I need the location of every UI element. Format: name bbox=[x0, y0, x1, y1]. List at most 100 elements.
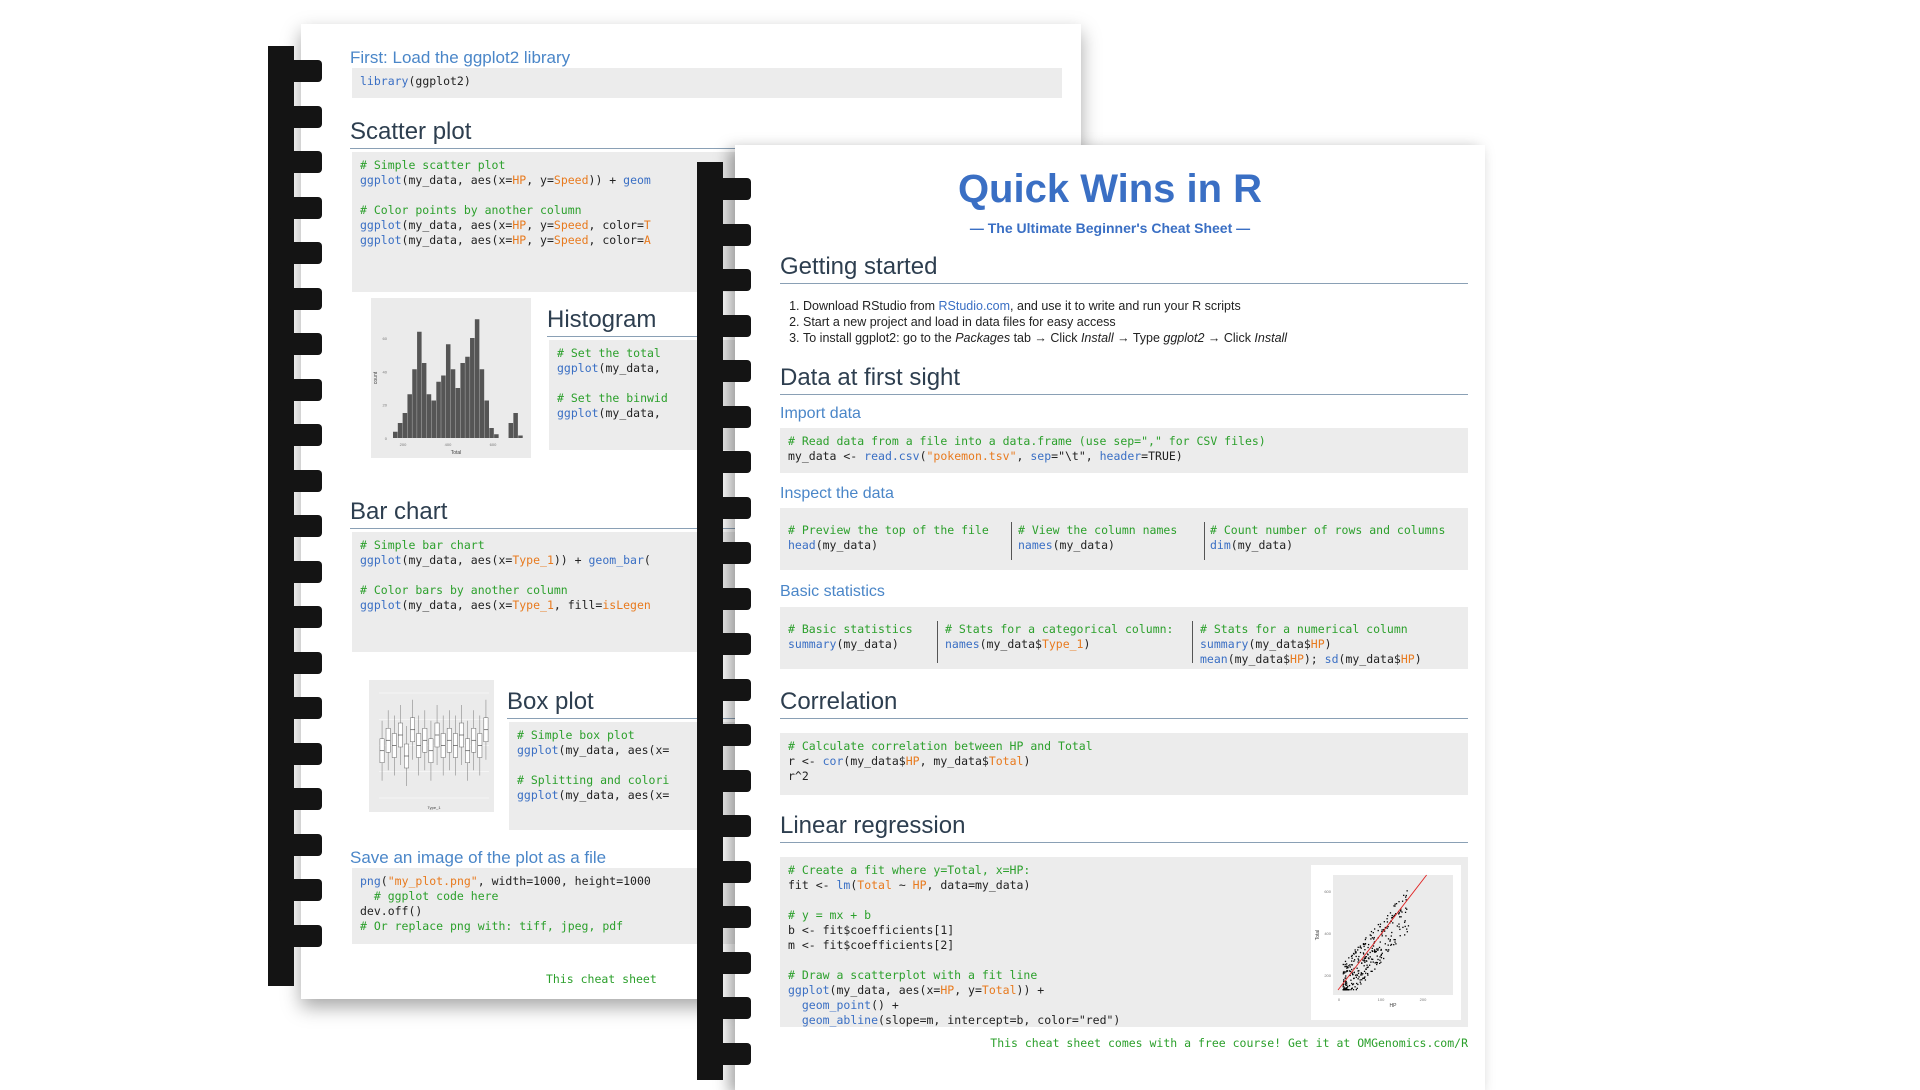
regression-point bbox=[1387, 915, 1389, 917]
regression-point bbox=[1380, 948, 1382, 951]
regression-point bbox=[1358, 976, 1360, 978]
regression-point bbox=[1344, 983, 1347, 985]
regression-point bbox=[1342, 989, 1345, 991]
code-token: Total bbox=[988, 754, 1024, 768]
code-line: # Stats for a numerical column bbox=[1200, 622, 1422, 637]
code-token: , y= bbox=[526, 233, 554, 247]
code-line: # Read data from a file into a data.fram… bbox=[788, 434, 1460, 449]
code-token: ) bbox=[1324, 637, 1332, 651]
binder-ring bbox=[268, 60, 322, 82]
code-token: b <- fit$coefficients[1] bbox=[788, 923, 955, 937]
code-token: HP bbox=[1310, 637, 1325, 651]
regression-thumbnail: 600 400 200 0 100 200 Total HP bbox=[1311, 865, 1461, 1020]
histogram-bar bbox=[450, 369, 456, 438]
code-token: (my_data, aes(x= bbox=[401, 598, 513, 612]
code-token: , y= bbox=[526, 218, 554, 232]
code-token: # Count number of rows and columns bbox=[1210, 523, 1446, 537]
code-token: # ggplot code here bbox=[360, 889, 499, 903]
regression-point bbox=[1351, 960, 1353, 962]
regression-point bbox=[1344, 965, 1346, 968]
code-line: # Stats for a categorical column: bbox=[945, 622, 1173, 637]
rstudio-link[interactable]: RStudio.com bbox=[938, 299, 1010, 313]
regression-point bbox=[1383, 957, 1385, 960]
regression-point bbox=[1399, 928, 1401, 931]
regression-point bbox=[1375, 950, 1377, 953]
code-token: (my_data, aes(x= bbox=[829, 983, 941, 997]
regression-point bbox=[1365, 968, 1367, 970]
basic-statistics-heading: Basic statistics bbox=[780, 583, 885, 600]
regression-point bbox=[1342, 986, 1344, 988]
code-line: r <- cor(my_data$HP, my_data$Total) bbox=[788, 754, 1460, 769]
histogram-y-label: count bbox=[373, 371, 379, 384]
code-token: HP bbox=[905, 754, 920, 768]
code-token: ggplot bbox=[557, 361, 599, 375]
code-token: (my_data, aes(x= bbox=[558, 743, 670, 757]
code-line: summary(my_data) bbox=[788, 637, 913, 652]
code-token: summary bbox=[1200, 637, 1249, 651]
import-data-heading: Import data bbox=[780, 405, 861, 422]
code-token: , color= bbox=[588, 218, 644, 232]
regression-point bbox=[1379, 923, 1382, 925]
regression-point bbox=[1343, 970, 1345, 973]
list-item: Start a new project and load in data fil… bbox=[803, 314, 1483, 330]
code-token: (my_data) bbox=[1052, 538, 1115, 552]
regression-point bbox=[1398, 913, 1400, 915]
code-token: (my_data, aes(x= bbox=[401, 218, 513, 232]
code-token: fit <- bbox=[788, 878, 837, 892]
regression-point bbox=[1353, 977, 1355, 979]
code-token: , fill= bbox=[553, 598, 603, 612]
code-token: ) bbox=[1414, 652, 1422, 666]
code-token: (my_data) bbox=[836, 637, 899, 651]
binder-ring bbox=[697, 1042, 751, 1065]
code-token: geom bbox=[623, 173, 651, 187]
histogram-bar bbox=[518, 435, 523, 438]
histogram-bar bbox=[402, 413, 408, 438]
code-line: r^2 bbox=[788, 769, 1460, 784]
scatter-plot-heading: Scatter plot bbox=[350, 118, 472, 145]
binder-ring bbox=[697, 724, 751, 746]
regression-point bbox=[1369, 956, 1371, 958]
regression-point bbox=[1379, 962, 1381, 965]
code-line: # Basic statistics bbox=[788, 622, 913, 637]
box-plot-chart: Type_1 bbox=[379, 692, 489, 810]
histogram-bar bbox=[460, 363, 465, 438]
histogram-y-tick: 0 bbox=[385, 436, 388, 441]
regression-point bbox=[1364, 949, 1366, 951]
regression-point bbox=[1355, 951, 1357, 953]
histogram-bar bbox=[494, 434, 499, 438]
regression-point bbox=[1398, 923, 1400, 925]
regression-point bbox=[1359, 946, 1361, 949]
code-token: HP bbox=[1290, 652, 1304, 666]
regression-point bbox=[1365, 960, 1367, 962]
code-token: (my_data) bbox=[815, 538, 879, 552]
regression-point bbox=[1344, 981, 1347, 983]
histogram-bar bbox=[508, 423, 514, 438]
regression-point bbox=[1402, 926, 1404, 929]
regression-point bbox=[1406, 890, 1408, 892]
regression-point bbox=[1342, 973, 1344, 975]
code-line: mean(my_data$HP); sd(my_data$HP) bbox=[1200, 652, 1422, 667]
code-token: Total bbox=[857, 878, 892, 892]
regression-point bbox=[1348, 989, 1350, 991]
bar-chart-heading: Bar chart bbox=[350, 498, 448, 525]
histogram-bar bbox=[417, 331, 422, 438]
code-token: (slope=m, intercept=b, color="red") bbox=[878, 1013, 1121, 1027]
regression-point bbox=[1391, 914, 1393, 917]
code-token: , data=my_data) bbox=[926, 878, 1031, 892]
code-token: T bbox=[643, 218, 651, 232]
regression-point bbox=[1403, 921, 1406, 923]
regression-point bbox=[1367, 943, 1370, 946]
code-token: # Color points by another column bbox=[360, 203, 582, 217]
regression-point bbox=[1374, 962, 1376, 964]
regression-point bbox=[1349, 964, 1351, 966]
binder-ring bbox=[697, 997, 751, 1019]
regression-point bbox=[1350, 955, 1353, 958]
regression-point bbox=[1358, 970, 1360, 972]
code-token: =TRUE) bbox=[1141, 449, 1183, 463]
regression-point bbox=[1348, 984, 1351, 987]
regression-point bbox=[1364, 938, 1367, 941]
regression-point bbox=[1389, 940, 1391, 942]
binder-ring bbox=[268, 333, 322, 355]
regression-point bbox=[1358, 959, 1360, 961]
